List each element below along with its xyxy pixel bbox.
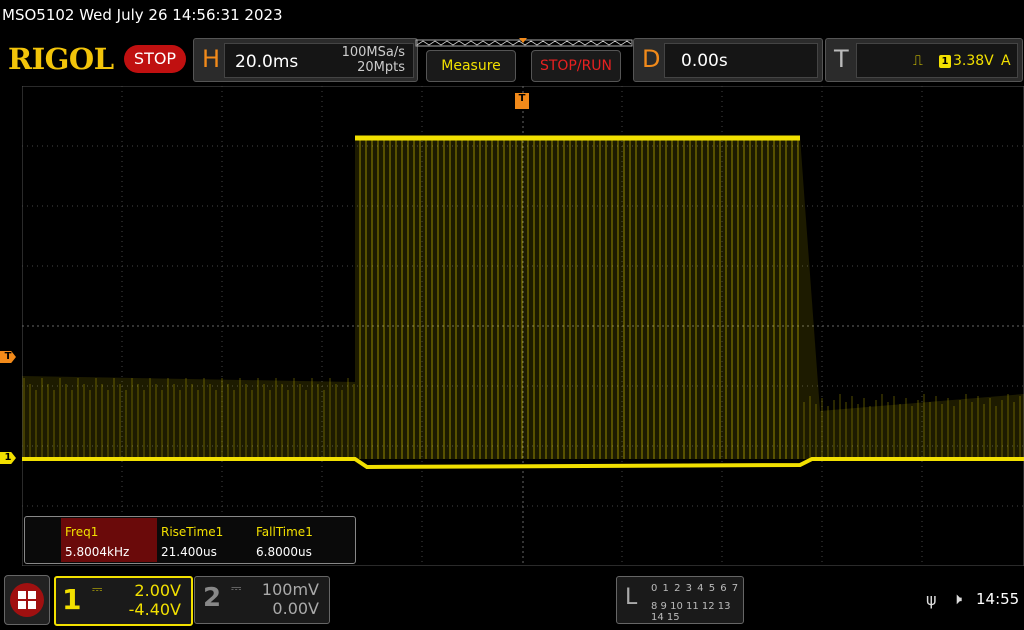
waveform-display[interactable]	[22, 86, 1024, 566]
dc-coupling-icon: ⎓	[92, 582, 103, 597]
measurement-panel[interactable]: Freq1 5.8004kHz RiseTime1 21.400us FallT…	[24, 516, 356, 564]
delay-value: 0.00s	[681, 51, 728, 71]
speaker-muted-icon[interactable]: 🕨	[952, 589, 962, 609]
measure-button[interactable]: Measure	[426, 50, 516, 82]
logic-letter: L	[625, 585, 638, 610]
brand-logo: RIGOL	[8, 42, 114, 76]
trigger-level: 3.38V	[953, 53, 994, 69]
rising-edge-icon: ⎍	[913, 53, 923, 69]
channel-1-scale: 2.00V	[134, 581, 181, 600]
horizontal-letter: H	[202, 45, 221, 73]
horizontal-display: 20.0ms 100MSa/s 20Mpts	[224, 43, 414, 78]
logic-channels-row-2: 8 9 10 11 12 13 14 15	[651, 601, 731, 623]
trigger-panel[interactable]: T ⎍ 1 3.38V A	[825, 38, 1023, 82]
measure-value-freq: 5.8004kHz	[65, 545, 130, 559]
trigger-level-marker[interactable]: T	[0, 351, 16, 363]
trigger-position-marker[interactable]: T	[515, 93, 529, 109]
measure-header-freq: Freq1	[65, 525, 99, 539]
memory-position-bar	[415, 38, 633, 47]
measure-value-risetime: 21.400us	[161, 545, 217, 559]
channel-1-offset-marker[interactable]: 1	[0, 452, 16, 464]
main-menu-button[interactable]	[4, 575, 50, 625]
trigger-display: ⎍ 1 3.38V A	[856, 43, 1018, 78]
trigger-source-badge: 1	[939, 55, 951, 68]
usb-icon: ψ	[926, 590, 937, 609]
memory-depth: 20Mpts	[357, 60, 405, 75]
stop-run-button[interactable]: STOP/RUN	[531, 50, 621, 82]
sample-rate: 100MSa/s	[341, 45, 405, 60]
channel-1-number: 1	[62, 583, 82, 616]
trigger-mode: A	[1001, 53, 1011, 69]
delay-display: 0.00s	[664, 43, 818, 78]
window-title: MSO5102 Wed July 26 14:56:31 2023	[2, 6, 283, 24]
logic-analyzer-panel[interactable]: L 0 1 2 3 4 5 6 7 8 9 10 11 12 13 14 15	[616, 576, 744, 624]
channel-2-number: 2	[203, 583, 222, 613]
channel-1-panel[interactable]: 1 ⎓ 2.00V -4.40V	[54, 576, 193, 626]
dc-coupling-icon: ⎓	[231, 581, 242, 596]
channel-2-offset: 0.00V	[272, 599, 319, 618]
measure-header-risetime: RiseTime1	[161, 525, 224, 539]
channel-2-scale: 100mV	[261, 580, 319, 599]
channel-1-offset: -4.40V	[128, 600, 181, 619]
measure-value-falltime: 6.8000us	[256, 545, 312, 559]
run-state-indicator[interactable]: STOP	[124, 45, 186, 73]
logic-channels-row-1: 0 1 2 3 4 5 6 7	[651, 583, 740, 594]
trigger-letter: T	[834, 45, 849, 73]
delay-letter: D	[642, 45, 661, 73]
timebase-value: 20.0ms	[235, 52, 299, 72]
status-clock: 14:55	[976, 590, 1020, 608]
channel-2-panel[interactable]: 2 ⎓ 100mV 0.00V	[194, 576, 330, 624]
grid-menu-icon	[10, 583, 44, 617]
horizontal-panel[interactable]: H 20.0ms 100MSa/s 20Mpts	[193, 38, 418, 82]
measure-header-falltime: FallTime1	[256, 525, 313, 539]
delay-panel[interactable]: D 0.00s	[633, 38, 823, 82]
